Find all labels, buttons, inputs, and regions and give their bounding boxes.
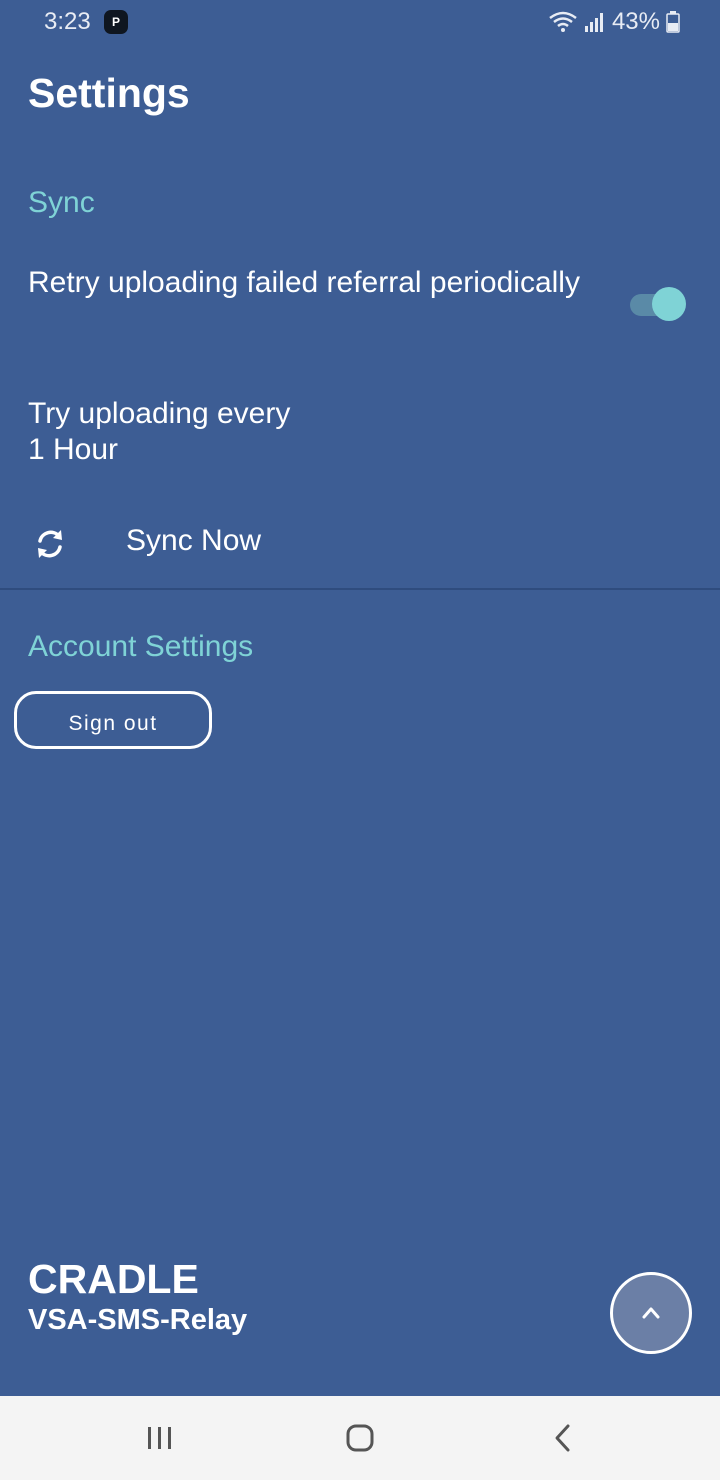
status-time: 3:23 xyxy=(44,8,91,35)
brand-title: CRADLE xyxy=(28,1256,199,1302)
section-header-account: Account Settings xyxy=(28,630,254,663)
retry-upload-label: Retry uploading failed referral periodic… xyxy=(28,266,580,299)
upload-interval-value: 1 Hour xyxy=(28,433,119,466)
sign-out-button[interactable]: Sign out xyxy=(14,691,212,749)
signal-icon xyxy=(584,13,603,32)
app-notification-icon: P xyxy=(104,10,128,34)
upload-interval-preference[interactable]: Try uploading every 1 Hour xyxy=(28,396,688,468)
section-header-sync: Sync xyxy=(28,186,95,219)
wifi-icon xyxy=(549,11,577,32)
page-title: Settings xyxy=(28,70,190,116)
retry-upload-preference[interactable]: Retry uploading failed referral periodic… xyxy=(28,264,688,344)
system-nav-bar xyxy=(0,1396,720,1480)
toggle-thumb xyxy=(652,287,686,321)
upload-interval-label: Try uploading every xyxy=(28,397,291,430)
retry-upload-toggle[interactable] xyxy=(630,284,686,324)
battery-icon xyxy=(666,11,680,33)
battery-percentage: 43% xyxy=(611,8,660,35)
sync-now-label: Sync Now xyxy=(126,524,262,557)
status-bar: 3:23 P 43% xyxy=(0,0,720,44)
home-icon[interactable] xyxy=(344,1422,376,1454)
chevron-up-icon xyxy=(642,1307,660,1319)
recents-icon[interactable] xyxy=(144,1422,176,1454)
status-indicators: 43% xyxy=(548,8,680,36)
sync-now-button[interactable]: Sync Now xyxy=(0,510,720,578)
sync-icon xyxy=(38,530,62,558)
app-name: VSA-SMS-Relay xyxy=(28,1304,248,1336)
scroll-up-button[interactable] xyxy=(610,1272,692,1354)
back-icon[interactable] xyxy=(548,1422,580,1454)
section-divider xyxy=(0,588,720,590)
